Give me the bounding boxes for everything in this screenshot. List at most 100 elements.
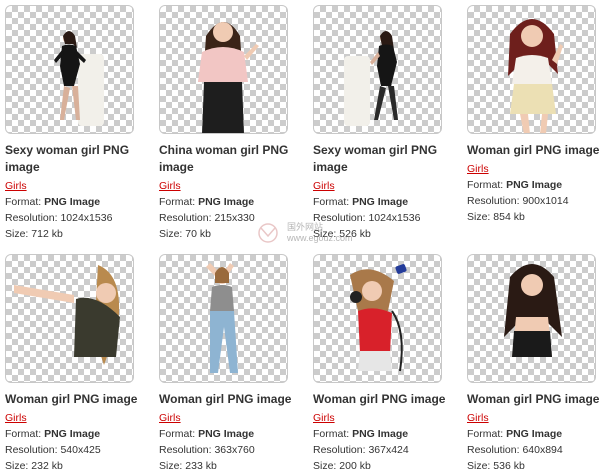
thumbnail-link[interactable] [467, 254, 596, 383]
resolution-line: Resolution: 640x894 [467, 442, 600, 458]
thumbnail-link[interactable] [313, 254, 442, 383]
format-label: Format: [5, 196, 42, 208]
category-link[interactable]: Girls [313, 410, 335, 426]
image-card: Woman girl PNG image Girls Format: PNG I… [313, 254, 458, 474]
size-label: Size: [467, 211, 491, 223]
format-line: Format: PNG Image [313, 426, 458, 442]
resolution-label: Resolution: [159, 212, 212, 224]
resolution-label: Resolution: [467, 195, 520, 207]
size-value: 200 kb [339, 460, 371, 472]
size-line: Size: 233 kb [159, 458, 304, 474]
woman-silhouette-image [344, 31, 398, 126]
image-card: Woman girl PNG image Girls Format: PNG I… [5, 254, 150, 474]
image-title-link[interactable]: Sexy woman girl PNG image [5, 142, 150, 176]
resolution-value: 900x1014 [522, 195, 569, 207]
resolution-value: 363x760 [214, 444, 255, 456]
image-card: Sexy woman girl PNG image Girls Format: … [313, 5, 458, 242]
image-title-link[interactable]: Woman girl PNG image [5, 391, 150, 408]
size-value: 536 kb [493, 460, 525, 472]
size-line: Size: 232 kb [5, 458, 150, 474]
size-value: 233 kb [185, 460, 217, 472]
watermark-line1: 国外网站 [287, 222, 324, 232]
resolution-line: Resolution: 1024x1536 [5, 210, 150, 226]
size-value: 232 kb [31, 460, 63, 472]
thumbnail-link[interactable] [5, 5, 134, 134]
format-label: Format: [313, 428, 350, 440]
format-value: PNG Image [198, 428, 255, 440]
format-label: Format: [467, 179, 504, 191]
size-label: Size: [159, 460, 183, 472]
image-card: China woman girl PNG image Girls Format:… [159, 5, 304, 242]
format-value: PNG Image [44, 428, 101, 440]
size-line: Size: 536 kb [467, 458, 600, 474]
watermark-line2: www.egouz.com [287, 233, 353, 243]
category-link[interactable]: Girls [313, 178, 335, 194]
size-label: Size: [467, 460, 491, 472]
format-value: PNG Image [352, 196, 409, 208]
image-title-link[interactable]: China woman girl PNG image [159, 142, 304, 176]
resolution-value: 1024x1536 [60, 212, 113, 224]
woman-silhouette-image [350, 264, 407, 372]
category-link[interactable]: Girls [159, 178, 181, 194]
watermark-text: 国外网站 www.egouz.com [287, 222, 353, 244]
resolution-label: Resolution: [159, 444, 212, 456]
image-title-link[interactable]: Woman girl PNG image [313, 391, 458, 408]
size-value: 712 kb [31, 228, 63, 240]
woman-silhouette-image [14, 265, 120, 365]
woman-silhouette-image [54, 31, 104, 126]
woman-silhouette-image [206, 263, 238, 373]
category-link[interactable]: Girls [159, 410, 181, 426]
resolution-line: Resolution: 900x1014 [467, 193, 600, 209]
image-title-link[interactable]: Sexy woman girl PNG image [313, 142, 458, 176]
image-card: Sexy woman girl PNG image Girls Format: … [5, 5, 150, 242]
size-line: Size: 200 kb [313, 458, 458, 474]
format-line: Format: PNG Image [159, 426, 304, 442]
category-link[interactable]: Girls [5, 410, 27, 426]
woman-silhouette-image [198, 22, 259, 133]
category-link[interactable]: Girls [5, 178, 27, 194]
format-line: Format: PNG Image [5, 426, 150, 442]
image-title-link[interactable]: Woman girl PNG image [159, 391, 304, 408]
format-label: Format: [5, 428, 42, 440]
thumbnail-link[interactable] [159, 254, 288, 383]
image-card: Woman girl PNG image Girls Format: PNG I… [159, 254, 304, 474]
watermark-logo-icon [258, 223, 278, 243]
format-line: Format: PNG Image [159, 194, 304, 210]
size-line: Size: 854 kb [467, 209, 600, 225]
thumbnail-link[interactable] [5, 254, 134, 383]
format-line: Format: PNG Image [467, 177, 600, 193]
format-line: Format: PNG Image [467, 426, 600, 442]
resolution-value: 1024x1536 [368, 212, 421, 224]
image-title-link[interactable]: Woman girl PNG image [467, 391, 600, 408]
resolution-line: Resolution: 363x760 [159, 442, 304, 458]
resolution-label: Resolution: [5, 212, 58, 224]
resolution-line: Resolution: 540x425 [5, 442, 150, 458]
format-value: PNG Image [198, 196, 255, 208]
format-value: PNG Image [44, 196, 101, 208]
thumbnail-link[interactable] [159, 5, 288, 134]
format-value: PNG Image [506, 179, 563, 191]
size-label: Size: [159, 228, 183, 240]
image-card: Woman girl PNG image Girls Format: PNG I… [467, 254, 600, 474]
size-line: Size: 712 kb [5, 226, 150, 242]
category-link[interactable]: Girls [467, 161, 489, 177]
woman-silhouette-image [504, 264, 562, 357]
size-value: 854 kb [493, 211, 525, 223]
format-line: Format: PNG Image [313, 194, 458, 210]
category-link[interactable]: Girls [467, 410, 489, 426]
resolution-line: Resolution: 367x424 [313, 442, 458, 458]
format-label: Format: [467, 428, 504, 440]
thumbnail-link[interactable] [313, 5, 442, 134]
thumbnail-link[interactable] [467, 5, 596, 134]
watermark: 国外网站 www.egouz.com [255, 222, 353, 244]
format-line: Format: PNG Image [5, 194, 150, 210]
resolution-value: 540x425 [60, 444, 101, 456]
image-title-link[interactable]: Woman girl PNG image [467, 142, 600, 159]
size-label: Size: [5, 228, 29, 240]
resolution-label: Resolution: [313, 444, 366, 456]
woman-silhouette-image [508, 19, 563, 133]
format-value: PNG Image [506, 428, 563, 440]
resolution-label: Resolution: [467, 444, 520, 456]
resolution-value: 367x424 [368, 444, 409, 456]
image-card: Woman girl PNG image Girls Format: PNG I… [467, 5, 600, 225]
